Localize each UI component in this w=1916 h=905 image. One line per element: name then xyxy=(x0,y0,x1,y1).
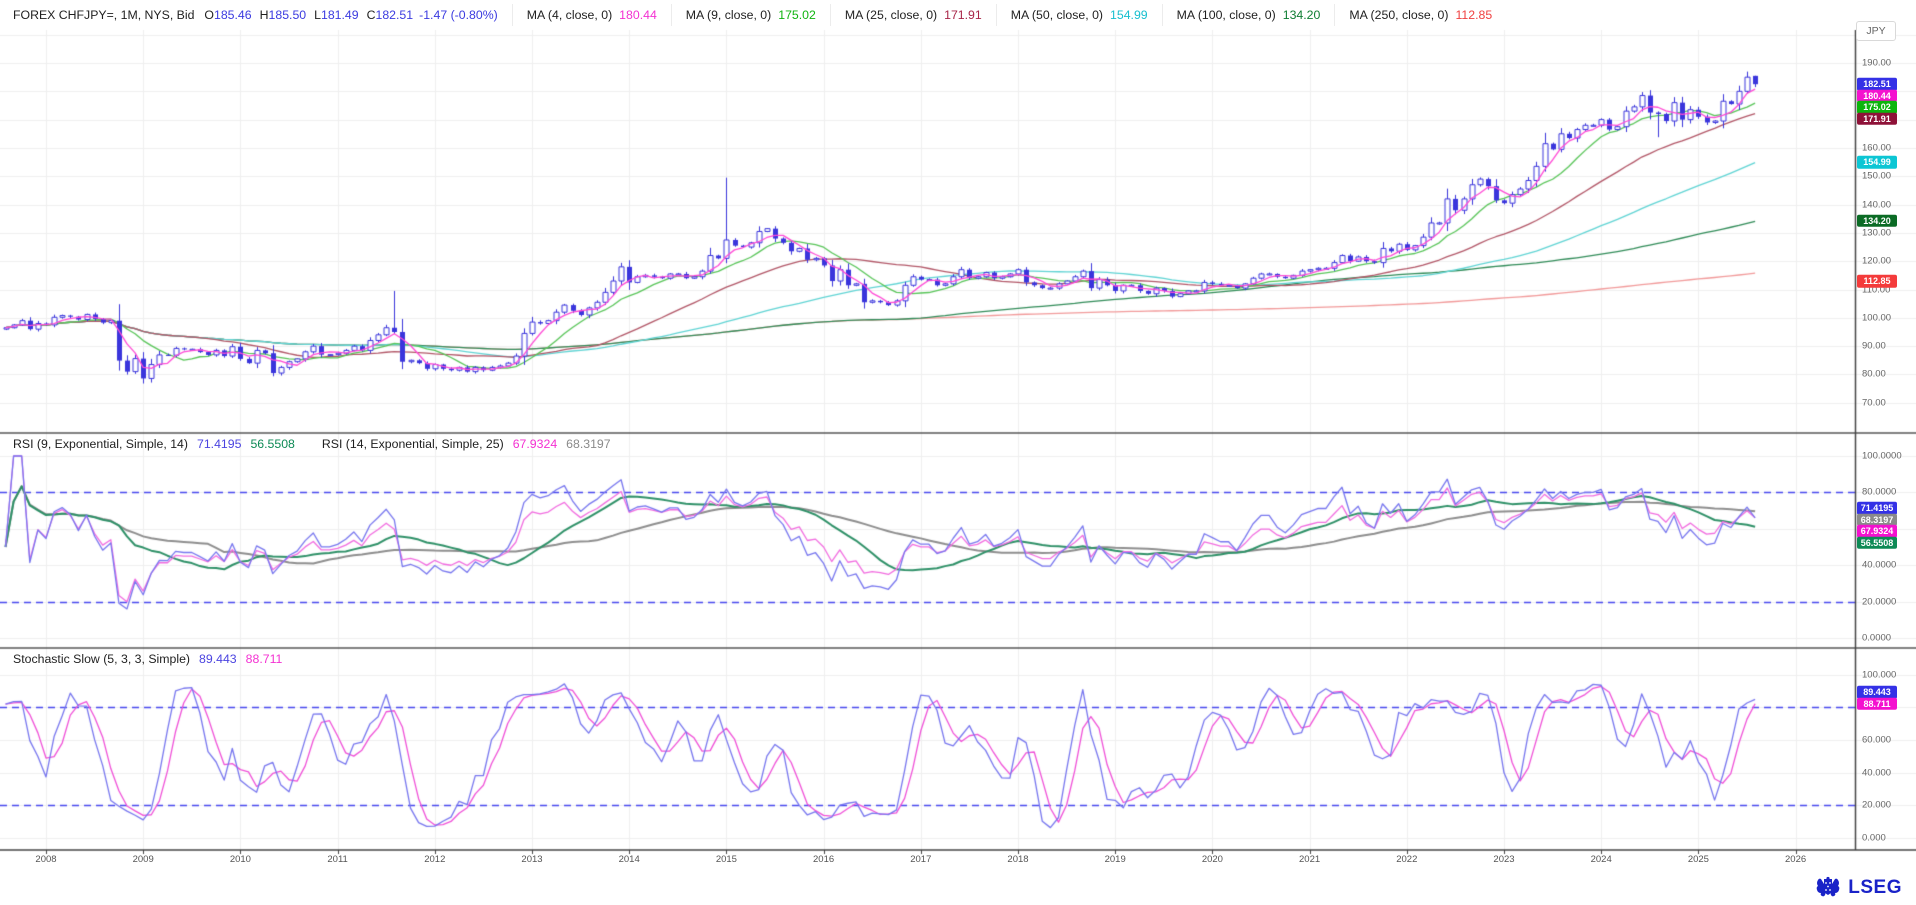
y-axis-tick-label: 160.00 xyxy=(1862,142,1891,153)
ohlc-item: O185.46 xyxy=(204,8,251,22)
ma-legend-entry[interactable]: MA (250, close, 0) 112.85 xyxy=(1334,4,1492,26)
ma-value: 112.85 xyxy=(1455,8,1492,22)
ma-label: MA (4, close, 0) xyxy=(527,8,612,22)
chart-window: FOREX CHFJPY=, 1M, NYS, Bid O185.46H185.… xyxy=(0,0,1916,905)
ma-value: 175.02 xyxy=(778,8,816,22)
y-axis-tick-label: 80.0000 xyxy=(1862,487,1896,498)
ma-label: MA (50, close, 0) xyxy=(1011,8,1103,22)
lseg-logo: LSEG xyxy=(1815,876,1902,900)
x-axis-year-label: 2016 xyxy=(813,854,834,865)
x-axis-year-label: 2012 xyxy=(424,854,445,865)
price-badge: 154.99 xyxy=(1857,156,1897,169)
x-axis-year-label: 2021 xyxy=(1299,854,1320,865)
chart-header: FOREX CHFJPY=, 1M, NYS, Bid O185.46H185.… xyxy=(0,0,1916,30)
y-axis-tick-label: 150.00 xyxy=(1862,171,1891,182)
x-axis-year-label: 2020 xyxy=(1202,854,1223,865)
x-axis-year-label: 2013 xyxy=(521,854,542,865)
ma-value: 154.99 xyxy=(1110,8,1148,22)
y-axis-tick-label: 20.0000 xyxy=(1862,596,1896,607)
x-axis-year-label: 2008 xyxy=(35,854,56,865)
ohlc-value: 182.51 xyxy=(376,8,414,22)
ohlc-item: H185.50 xyxy=(260,8,307,22)
ohlc-value: 185.46 xyxy=(214,8,252,22)
y-axis-tick-label: 40.000 xyxy=(1862,767,1891,778)
y-axis-tick-label: 100.00 xyxy=(1862,312,1891,323)
y-axis-tick-label: 0.0000 xyxy=(1862,633,1891,644)
ohlc-group: O185.46 H185.50 L181.49 C182.51 xyxy=(204,8,413,22)
ohlc-prefix: O xyxy=(204,8,214,22)
y-axis-tick-label: 20.000 xyxy=(1862,800,1891,811)
ohlc-prefix: L xyxy=(314,8,321,22)
indicator-value: 68.3197 xyxy=(566,437,610,451)
x-axis-year-label: 2009 xyxy=(133,854,154,865)
x-axis-year-label: 2019 xyxy=(1105,854,1126,865)
ma-legend-entry[interactable]: MA (50, close, 0) 154.99 xyxy=(996,4,1148,26)
price-badge: 56.5508 xyxy=(1857,536,1897,549)
ma-value: 171.91 xyxy=(944,8,982,22)
price-badge: 112.85 xyxy=(1857,275,1897,288)
currency-badge[interactable]: JPY xyxy=(1856,21,1896,41)
x-axis-year-label: 2025 xyxy=(1688,854,1709,865)
x-axis-year-label: 2024 xyxy=(1591,854,1612,865)
ohlc-value: 181.49 xyxy=(321,8,359,22)
ma-label: MA (9, close, 0) xyxy=(686,8,771,22)
price-badge: 88.711 xyxy=(1857,697,1897,710)
ma-legend-entry[interactable]: MA (100, close, 0) 134.20 xyxy=(1162,4,1321,26)
ohlc-prefix: C xyxy=(367,8,376,22)
y-axis-tick-label: 100.000 xyxy=(1862,669,1896,680)
x-axis-year-label: 2018 xyxy=(1007,854,1028,865)
ma-value: 134.20 xyxy=(1283,8,1321,22)
indicator-label: Stochastic Slow (5, 3, 3, Simple) xyxy=(13,652,190,666)
ma-label: MA (100, close, 0) xyxy=(1177,8,1276,22)
y-axis-tick-label: 70.00 xyxy=(1862,397,1886,408)
x-axis-year-label: 2022 xyxy=(1396,854,1417,865)
ohlc-item: C182.51 xyxy=(367,8,414,22)
x-axis-year-label: 2023 xyxy=(1493,854,1514,865)
price-chart-canvas[interactable] xyxy=(0,0,1916,905)
indicator-value: 89.443 xyxy=(199,652,237,666)
ohlc-prefix: H xyxy=(260,8,269,22)
x-axis-year-label: 2014 xyxy=(619,854,640,865)
y-axis-tick-label: 40.0000 xyxy=(1862,560,1896,571)
y-axis-tick-label: 130.00 xyxy=(1862,227,1891,238)
x-axis-year-label: 2026 xyxy=(1785,854,1806,865)
lseg-logo-text: LSEG xyxy=(1848,877,1902,899)
y-axis-tick-label: 140.00 xyxy=(1862,199,1891,210)
ma-label: MA (250, close, 0) xyxy=(1349,8,1448,22)
ma-legend-group: MA (4, close, 0) 180.44 MA (9, close, 0) 17… xyxy=(498,4,1492,26)
change-value: -1.47 (-0.80%) xyxy=(419,8,498,22)
x-axis-year-label: 2015 xyxy=(716,854,737,865)
price-badge: 134.20 xyxy=(1857,215,1897,228)
ma-legend-entry[interactable]: MA (25, close, 0) 171.91 xyxy=(830,4,982,26)
y-axis-tick-label: 190.00 xyxy=(1862,58,1891,69)
rsi-legend[interactable]: RSI (9, Exponential, Simple, 14) 71.4195 5… xyxy=(13,437,611,451)
indicator-value: 88.711 xyxy=(246,652,283,666)
y-axis-tick-label: 90.00 xyxy=(1862,341,1886,352)
indicator-value: 67.9324 xyxy=(513,437,557,451)
y-axis-tick-label: 100.0000 xyxy=(1862,451,1902,462)
indicator-label: RSI (14, Exponential, Simple, 25) xyxy=(322,437,504,451)
x-axis-year-label: 2017 xyxy=(910,854,931,865)
instrument-title[interactable]: FOREX CHFJPY=, 1M, NYS, Bid xyxy=(13,8,194,22)
ohlc-value: 185.50 xyxy=(269,8,307,22)
lseg-crest-icon xyxy=(1815,876,1841,900)
indicator-value: 71.4195 xyxy=(197,437,241,451)
ma-label: MA (25, close, 0) xyxy=(845,8,937,22)
x-axis-year-label: 2010 xyxy=(230,854,251,865)
ma-legend-entry[interactable]: MA (9, close, 0) 175.02 xyxy=(671,4,816,26)
stochastic-legend[interactable]: Stochastic Slow (5, 3, 3, Simple) 89.443 8… xyxy=(13,652,282,666)
ohlc-item: L181.49 xyxy=(314,8,358,22)
y-axis-tick-label: 0.000 xyxy=(1862,833,1886,844)
indicator-label: RSI (9, Exponential, Simple, 14) xyxy=(13,437,188,451)
x-axis-year-label: 2011 xyxy=(327,854,347,865)
price-badge: 171.91 xyxy=(1857,112,1897,125)
y-axis-tick-label: 80.00 xyxy=(1862,369,1886,380)
indicator-value: 56.5508 xyxy=(250,437,294,451)
ma-legend-entry[interactable]: MA (4, close, 0) 180.44 xyxy=(512,4,657,26)
y-axis-tick-label: 120.00 xyxy=(1862,256,1891,267)
ma-value: 180.44 xyxy=(619,8,657,22)
y-axis-tick-label: 60.000 xyxy=(1862,735,1891,746)
